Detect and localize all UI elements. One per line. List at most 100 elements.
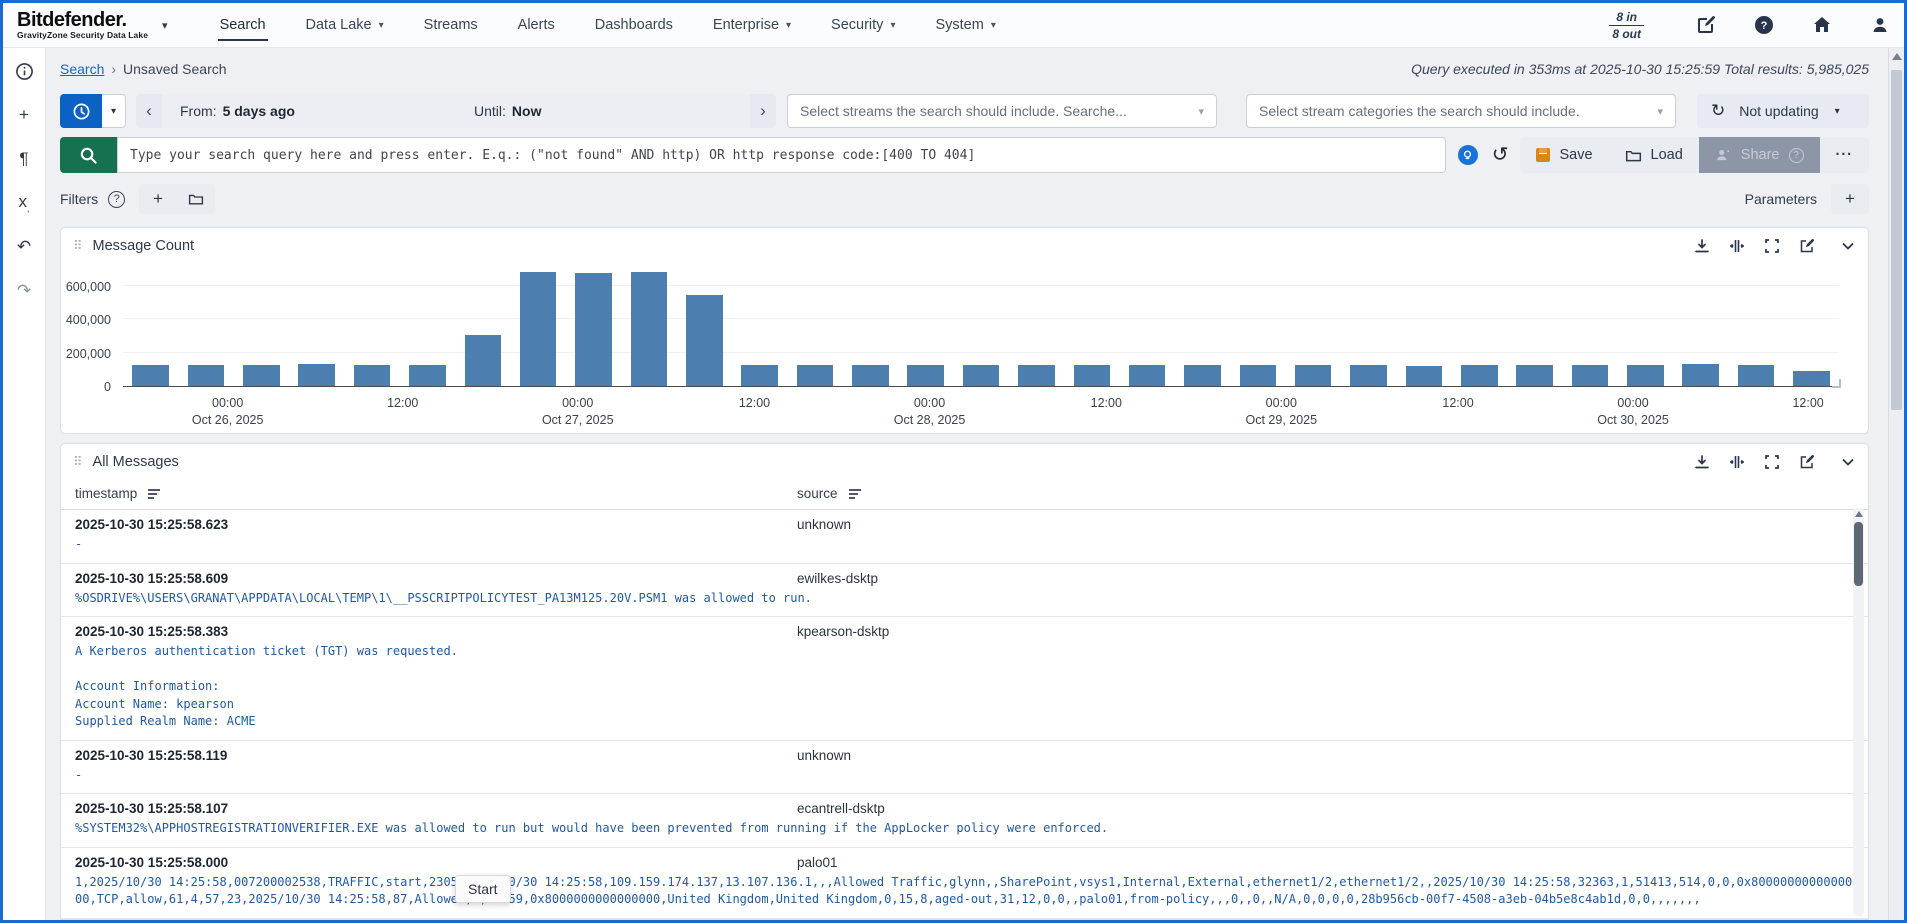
drag-handle-icon[interactable]: ⠿ [73,454,83,470]
chart-bar[interactable] [1572,365,1609,386]
edit-widget-icon[interactable] [1799,238,1815,254]
chart-bar[interactable] [1682,364,1719,386]
collapse-widget-icon[interactable] [1840,454,1856,470]
home-icon[interactable] [1812,15,1832,35]
chart-bar[interactable] [907,365,944,386]
chart-bar[interactable] [1793,371,1830,386]
chart-bar[interactable] [188,365,225,386]
create-plus-icon[interactable]: + [13,104,35,126]
chart-bar[interactable] [1461,365,1498,386]
fullscreen-icon[interactable] [1764,454,1780,470]
table-row[interactable]: 2025-10-30 15:25:58.383kpearson-dsktpA K… [61,617,1868,741]
filter-library-button[interactable] [177,184,215,214]
timerange-caret-button[interactable]: ▾ [102,94,126,128]
table-row[interactable]: 2025-10-30 15:25:58.623unknown- [61,510,1868,564]
sort-icon[interactable] [848,488,862,500]
brand-logo[interactable]: Bitdefender. GravityZone Security Data L… [17,10,168,40]
chart-bar[interactable] [1406,366,1443,386]
page-scrollbar[interactable] [1888,48,1904,920]
column-header-source[interactable]: source [797,486,838,501]
timerange-until[interactable]: Until: Now [456,94,750,128]
breadcrumb-search-link[interactable]: Search [60,61,104,77]
refresh-control[interactable]: ↻ Not updating ▾ [1697,94,1869,128]
table-row[interactable]: 2025-10-30 15:25:58.000palo011,2025/10/3… [61,919,1868,920]
nav-item-data-lake[interactable]: Data Lake▾ [288,3,402,47]
scrollbar-thumb[interactable] [1891,70,1902,410]
nav-item-dashboards[interactable]: Dashboards [577,3,691,47]
add-filter-button[interactable]: + [139,184,177,214]
redo-icon[interactable]: ↷ [13,280,35,302]
chart-bar[interactable] [1074,365,1111,386]
formatting-pilcrow-icon[interactable]: ¶ [13,148,35,170]
throughput-indicator[interactable]: 8 in 8 out [1609,10,1644,41]
chart-bar[interactable] [243,365,280,386]
chart-bar[interactable] [797,365,834,386]
timerange-prev-icon[interactable]: ‹ [136,94,162,128]
share-button-disabled[interactable]: Share ? [1699,137,1820,173]
nav-item-streams[interactable]: Streams [406,3,496,47]
nav-item-security[interactable]: Security▾ [813,3,913,47]
chart-bar[interactable] [132,365,169,386]
nav-item-enterprise[interactable]: Enterprise▾ [695,3,809,47]
nav-item-system[interactable]: System▾ [917,3,1013,47]
timerange-clock-button[interactable] [60,94,102,128]
download-icon[interactable] [1694,454,1710,470]
chart-bar[interactable] [354,365,391,386]
table-row[interactable]: 2025-10-30 15:25:58.000palo011,2025/10/3… [61,848,1868,919]
chart-bar[interactable] [1627,365,1664,386]
column-header-timestamp[interactable]: timestamp [75,486,137,501]
plot-resize-handle[interactable] [1832,379,1841,388]
chart-bar[interactable] [1240,365,1277,386]
chart-bar[interactable] [409,365,446,386]
query-validation-icon[interactable] [1458,145,1478,165]
chart-bar[interactable] [1295,365,1332,386]
table-row[interactable]: 2025-10-30 15:25:58.119unknown- [61,741,1868,795]
timerange-next-icon[interactable]: › [750,94,776,128]
chart-bar[interactable] [686,295,723,386]
drag-handle-icon[interactable]: ⠿ [73,238,83,254]
focus-columns-icon[interactable] [1729,238,1745,254]
chart-bar[interactable] [1738,365,1775,386]
chart-bar[interactable] [631,272,668,386]
fields-icon[interactable]: x, [13,192,35,214]
search-submit-button[interactable] [60,137,117,173]
scroll-up-icon[interactable] [1855,511,1863,517]
fullscreen-icon[interactable] [1764,238,1780,254]
description-info-icon[interactable] [13,60,35,82]
chart-bar[interactable] [741,365,778,386]
edit-widget-icon[interactable] [1799,454,1815,470]
chart-bar[interactable] [298,364,335,386]
table-row[interactable]: 2025-10-30 15:25:58.609ewilkes-dsktp%OSD… [61,564,1868,618]
chart-bar[interactable] [963,365,1000,386]
collapse-widget-icon[interactable] [1840,238,1856,254]
nav-item-search[interactable]: Search [202,3,284,47]
brand-caret-icon[interactable]: ▾ [162,19,168,32]
user-icon[interactable] [1870,15,1890,35]
more-actions-button[interactable]: ··· [1820,137,1870,173]
compose-icon[interactable] [1696,15,1716,35]
filters-help-icon[interactable]: ? [108,191,125,208]
chart-bar[interactable] [1516,365,1553,386]
chart-bar[interactable] [1350,365,1387,386]
messages-scrollbar[interactable] [1853,508,1864,916]
chart-bar[interactable] [520,272,557,386]
sort-icon[interactable] [147,488,161,500]
chart-bar[interactable] [1018,365,1055,386]
scroll-up-icon[interactable] [1892,53,1902,60]
chart-bar[interactable] [852,365,889,386]
add-parameter-button[interactable]: + [1831,184,1869,214]
help-icon[interactable]: ? [1754,15,1774,35]
scrollbar-thumb[interactable] [1854,522,1863,586]
streams-select[interactable]: Select streams the search should include… [787,94,1217,128]
table-row[interactable]: 2025-10-30 15:25:58.107ecantrell-dsktp%S… [61,794,1868,848]
query-history-icon[interactable]: ↺ [1492,145,1509,165]
download-icon[interactable] [1694,238,1710,254]
load-button[interactable]: Load [1609,137,1699,173]
chart-bar[interactable] [465,335,502,386]
search-query-input[interactable] [117,137,1446,173]
undo-icon[interactable]: ↶ [13,236,35,258]
chart-bar[interactable] [1184,365,1221,386]
nav-item-alerts[interactable]: Alerts [500,3,573,47]
save-button[interactable]: Save [1520,137,1608,173]
timerange-from[interactable]: From: 5 days ago [162,94,456,128]
